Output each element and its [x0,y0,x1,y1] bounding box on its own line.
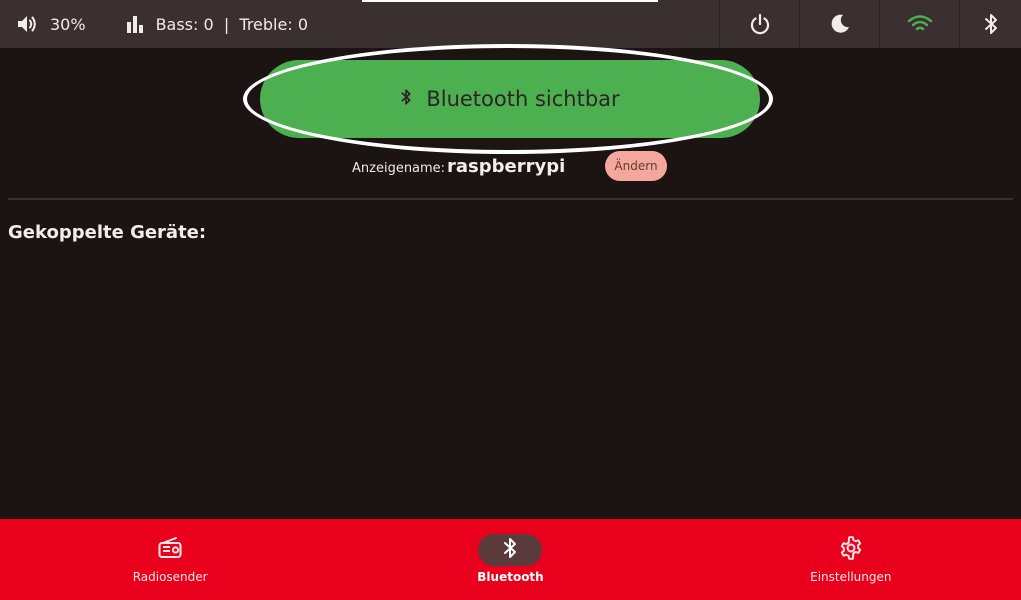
wifi-icon [907,14,933,34]
display-name-label: Anzeigename: [352,161,446,176]
nav-label-radio: Radiosender [132,570,208,584]
moon-icon [828,12,852,36]
nav-label-settings: Einstellungen [810,570,892,584]
equalizer-icon [126,15,144,33]
bluetooth-icon [983,12,999,36]
volume-status[interactable]: 30% [16,14,86,34]
bluetooth-toggle-button[interactable] [959,0,1021,48]
bottom-navigation: Radiosender Bluetooth Einstellungen [0,519,1021,600]
nav-icon-container [138,534,202,566]
bluetooth-visible-label: Bluetooth sichtbar [426,87,620,111]
nav-icon-container-active [478,534,543,566]
volume-icon [16,14,38,34]
bluetooth-icon [400,87,426,111]
nav-label-bluetooth: Bluetooth [477,570,544,584]
change-name-button[interactable]: Ändern [605,151,667,181]
power-button[interactable] [719,0,799,48]
wifi-button[interactable] [879,0,959,48]
display-name-row: Anzeigename: raspberrypi Ändern [0,150,1021,184]
radio-icon [157,536,183,564]
nav-icon-container [819,534,883,566]
equalizer-value: Bass: 0 | Treble: 0 [155,14,308,34]
paired-devices-title: Gekoppelte Geräte: [8,222,207,243]
display-name-value: raspberrypi [447,156,566,177]
gear-icon [838,535,864,565]
quick-actions [719,0,1021,48]
bluetooth-icon [502,536,518,564]
sleep-button[interactable] [799,0,879,48]
top-indicator-line [362,0,658,2]
bluetooth-visible-button[interactable]: Bluetooth sichtbar [260,60,760,138]
nav-item-radio[interactable]: Radiosender [0,519,340,600]
divider [8,198,1013,200]
status-bar: 30% Bass: 0 | Treble: 0 [0,0,1021,48]
power-icon [748,12,772,36]
app-root: 30% Bass: 0 | Treble: 0 Bluetooth sichtb… [0,0,1021,600]
nav-item-settings[interactable]: Einstellungen [681,519,1021,600]
equalizer-status[interactable]: Bass: 0 | Treble: 0 [126,15,308,34]
nav-item-bluetooth[interactable]: Bluetooth [340,519,680,600]
status-left: 30% Bass: 0 | Treble: 0 [16,0,308,48]
volume-value: 30% [50,14,86,34]
